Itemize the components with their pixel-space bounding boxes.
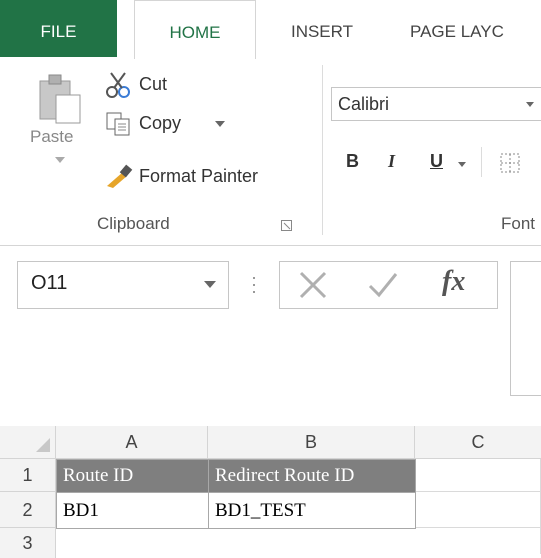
font-name-combobox[interactable]: Calibri [331, 87, 541, 121]
group-separator [322, 65, 323, 235]
enter-check-icon[interactable] [367, 270, 399, 300]
cell-b2[interactable]: BD1_TEST [208, 492, 416, 529]
bold-button[interactable]: B [346, 151, 359, 172]
tab-insert[interactable]: INSERT [274, 0, 370, 57]
paste-label: Paste [30, 127, 74, 146]
row-header-2[interactable]: 2 [0, 492, 56, 528]
chevron-down-icon[interactable] [204, 281, 216, 288]
borders-icon[interactable] [500, 153, 522, 175]
paintbrush-icon [107, 164, 133, 188]
clipboard-group-label: Clipboard [97, 214, 170, 233]
cut-button[interactable]: Cut [105, 71, 205, 101]
column-header-a[interactable]: A [56, 426, 208, 459]
chevron-down-icon [55, 157, 65, 163]
formula-bar-grip[interactable] [252, 276, 256, 294]
chevron-down-icon [215, 121, 225, 127]
chevron-down-icon [526, 102, 534, 107]
select-all-corner[interactable] [0, 426, 56, 459]
tab-home[interactable]: HOME [134, 0, 256, 59]
copy-button[interactable]: Copy [105, 109, 245, 139]
cell-b1[interactable]: Redirect Route ID [208, 459, 416, 493]
font-name-value: Calibri [338, 94, 390, 114]
column-header-c[interactable]: C [415, 426, 541, 459]
ribbon-tab-bar: FILE HOME INSERT PAGE LAYC [0, 0, 541, 59]
name-box-value: O11 [31, 272, 68, 294]
font-group-label: Font [501, 214, 536, 233]
row-header-1[interactable]: 1 [0, 459, 56, 492]
dialog-launcher-icon[interactable] [281, 220, 293, 232]
clipboard-icon [39, 74, 81, 124]
italic-button[interactable]: I [388, 151, 395, 172]
ribbon-home: Paste Cut Copy Format Painter Clipboard … [0, 57, 541, 246]
group-separator [481, 147, 482, 177]
paste-button[interactable]: Paste [20, 67, 90, 177]
select-all-triangle-icon [36, 438, 50, 452]
insert-function-button[interactable]: fx [442, 266, 465, 298]
underline-button[interactable]: U [430, 151, 443, 172]
tab-page-layout[interactable]: PAGE LAYC [410, 0, 541, 57]
copy-label: Copy [139, 113, 182, 133]
cut-label: Cut [139, 74, 168, 94]
copy-icon [106, 112, 130, 136]
gridline [415, 527, 541, 528]
format-painter-label: Format Painter [139, 166, 259, 186]
column-header-b[interactable]: B [208, 426, 415, 459]
cell-a2[interactable]: BD1 [56, 492, 209, 529]
formula-buttons: fx [279, 261, 498, 309]
tab-file[interactable]: FILE [0, 0, 117, 57]
cancel-icon[interactable] [298, 270, 328, 300]
formula-input[interactable] [510, 261, 541, 396]
chevron-down-icon[interactable] [458, 162, 468, 170]
format-painter-button[interactable]: Format Painter [105, 164, 305, 194]
scissors-icon [106, 72, 130, 98]
cell-a1[interactable]: Route ID [56, 459, 209, 493]
gridline [415, 491, 541, 492]
name-box[interactable]: O11 [17, 261, 229, 309]
